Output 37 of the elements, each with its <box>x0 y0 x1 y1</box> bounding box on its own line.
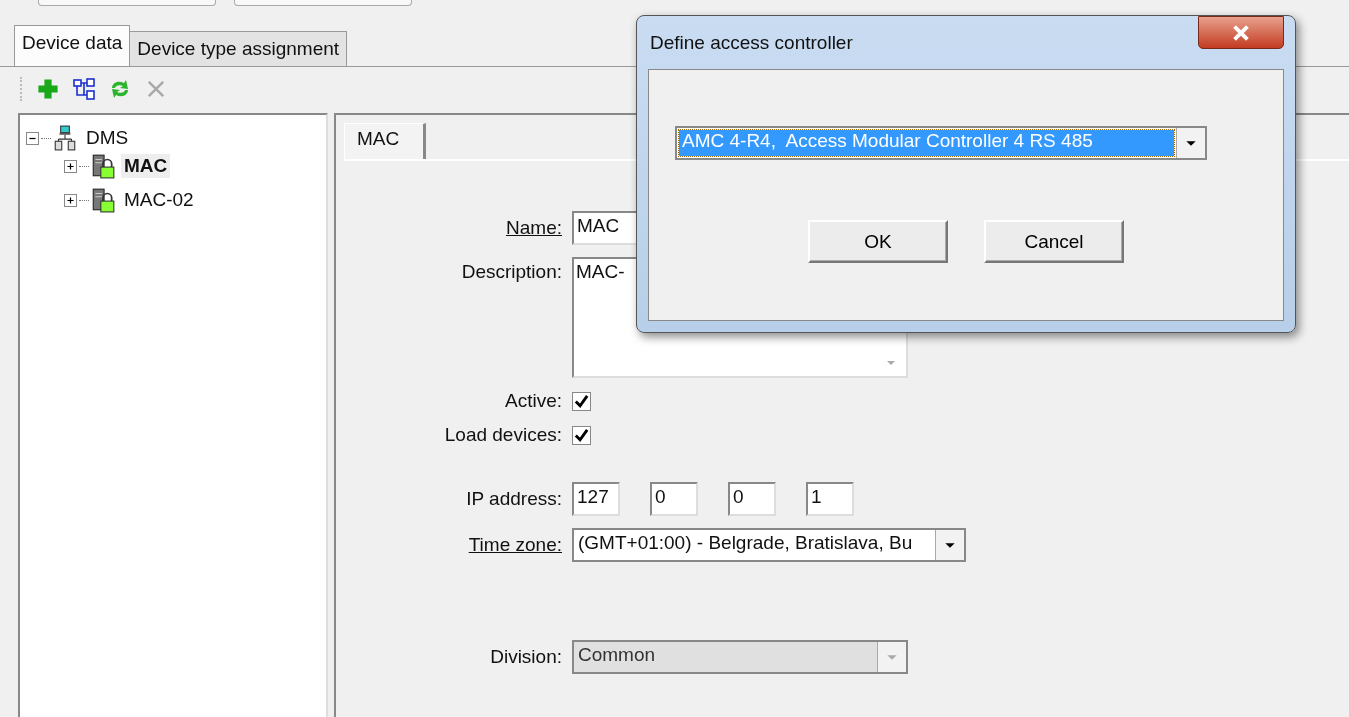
time-zone-dropdown[interactable]: (GMT+01:00) - Belgrade, Bratislava, Bu <box>572 528 966 562</box>
tree-item[interactable]: MAC <box>121 154 171 178</box>
network-icon <box>53 125 77 151</box>
dropdown-arrow-icon <box>1185 139 1197 147</box>
collapse-toggle-icon[interactable] <box>26 131 39 145</box>
field-label: Division: <box>490 646 562 668</box>
locked-server-icon <box>91 153 115 179</box>
field-label: IP address: <box>466 488 562 510</box>
expand-toggle-icon[interactable] <box>64 193 77 207</box>
hierarchy-icon[interactable] <box>72 77 96 101</box>
locked-server-icon <box>91 187 115 213</box>
dialog-title: Define access controller <box>650 31 853 54</box>
field-label: Name: <box>506 217 562 239</box>
checkbox[interactable] <box>572 392 591 412</box>
tab[interactable]: MAC <box>344 123 426 159</box>
tree-item[interactable]: DMS <box>83 126 132 150</box>
cancel-button[interactable]: Cancel <box>984 220 1124 263</box>
close-button[interactable] <box>1198 16 1284 49</box>
ok-button[interactable]: OK <box>808 220 948 263</box>
expand-toggle-icon[interactable] <box>64 159 77 173</box>
ip-octet-field[interactable]: 0 <box>650 482 698 516</box>
tab[interactable]: Device data <box>14 25 131 66</box>
checkbox[interactable] <box>572 426 591 446</box>
dropdown-arrow-icon <box>886 653 898 661</box>
ip-octet-field[interactable]: 127 <box>572 482 620 516</box>
tab[interactable]: Device type assignment <box>129 31 348 66</box>
ip-octet-field[interactable]: 0 <box>728 482 776 516</box>
ip-octet-field[interactable]: 1 <box>806 482 854 516</box>
plus-icon[interactable] <box>36 77 60 101</box>
field-label: Time zone: <box>468 534 562 556</box>
tree-item[interactable]: MAC-02 <box>121 188 197 212</box>
dropdown-arrow-icon <box>944 541 956 549</box>
close-icon <box>1232 24 1250 41</box>
field-label: Active: <box>504 390 562 412</box>
field-label: Description: <box>461 261 562 283</box>
field-value: MAC- <box>576 261 625 284</box>
field-label: Load devices: <box>444 424 562 446</box>
